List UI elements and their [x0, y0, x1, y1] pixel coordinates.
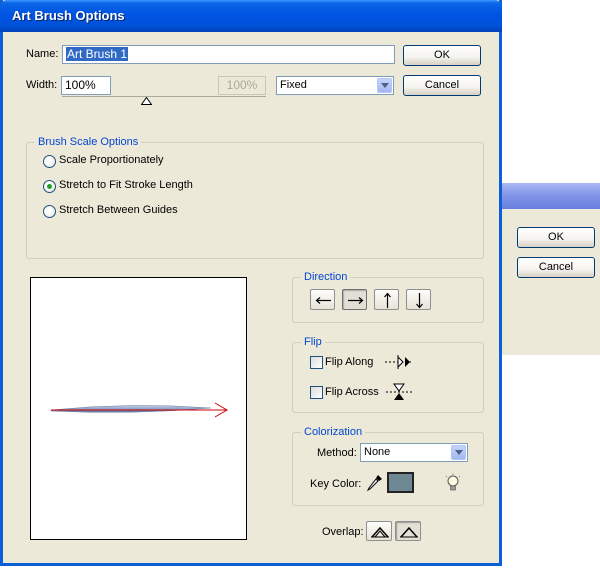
eyedropper-icon[interactable]: [366, 474, 383, 492]
overlap-adjust-icon: [371, 526, 389, 538]
background-ok-button[interactable]: OK: [517, 227, 595, 248]
direction-left-button[interactable]: [310, 289, 335, 310]
flip-across-label[interactable]: Flip Across: [325, 386, 379, 398]
arrow-left-icon: [315, 297, 331, 304]
direction-right-button[interactable]: [342, 289, 367, 310]
width-label: Width:: [26, 79, 58, 91]
arrow-down-icon: [416, 293, 423, 309]
overlap-no-adjust-button[interactable]: [395, 521, 421, 541]
flip-across-icon: [386, 383, 412, 400]
width-mode-dropdown[interactable]: Fixed: [276, 76, 394, 95]
brush-stroke-preview-icon: [50, 402, 228, 418]
key-color-swatch[interactable]: [387, 472, 414, 493]
direction-up-button[interactable]: [374, 289, 399, 310]
direction-down-button[interactable]: [406, 289, 431, 310]
background-cancel-button[interactable]: Cancel: [517, 257, 595, 278]
brush-scale-options-legend: Brush Scale Options: [35, 136, 142, 148]
width-input[interactable]: 100%: [61, 76, 111, 95]
background-dialog-titlebar: [501, 183, 600, 209]
colorization-legend: Colorization: [301, 426, 366, 438]
direction-legend: Direction: [301, 271, 351, 283]
stretch-between-guides-label[interactable]: Stretch Between Guides: [59, 204, 178, 216]
flip-legend: Flip: [301, 336, 325, 348]
flip-group: Flip: [292, 336, 484, 413]
width-slider[interactable]: [62, 95, 266, 107]
brush-preview: [30, 277, 247, 540]
overlap-label: Overlap:: [322, 526, 364, 538]
radio-stretch-between-guides[interactable]: [43, 205, 56, 218]
dialog-title: Art Brush Options: [12, 8, 125, 23]
colorization-method-value: None: [364, 446, 391, 458]
flip-along-icon: [385, 355, 411, 369]
width-max-input: 100%: [218, 76, 266, 95]
width-mode-value: Fixed: [280, 79, 307, 91]
stretch-to-fit-label[interactable]: Stretch to Fit Stroke Length: [59, 179, 193, 191]
arrow-right-icon: [348, 297, 364, 304]
name-label: Name:: [26, 48, 59, 60]
scale-proportionately-label[interactable]: Scale Proportionately: [59, 154, 164, 166]
chevron-down-icon: [377, 78, 392, 93]
colorization-method-dropdown[interactable]: None: [360, 443, 468, 462]
slider-thumb-icon[interactable]: [141, 97, 152, 105]
method-label: Method:: [317, 447, 357, 459]
key-color-label: Key Color:: [310, 478, 362, 490]
flip-along-checkbox[interactable]: [310, 356, 323, 369]
lightbulb-tips-icon[interactable]: [444, 473, 462, 493]
background-dialog: OK Cancel: [500, 183, 600, 355]
radio-stretch-to-fit[interactable]: [43, 180, 56, 193]
overlap-adjust-corners-button[interactable]: [366, 521, 392, 541]
slider-track: [62, 96, 266, 97]
chevron-down-icon: [451, 445, 466, 460]
flip-across-checkbox[interactable]: [310, 386, 323, 399]
ok-button[interactable]: OK: [403, 45, 481, 66]
name-input[interactable]: Art Brush 1: [62, 45, 395, 64]
flip-along-label[interactable]: Flip Along: [325, 356, 373, 368]
cancel-button[interactable]: Cancel: [403, 75, 481, 96]
overlap-no-adjust-icon: [400, 526, 418, 538]
title-bar[interactable]: Art Brush Options: [0, 0, 502, 32]
radio-scale-proportionately[interactable]: [43, 155, 56, 168]
arrow-up-icon: [384, 292, 391, 308]
name-input-value: Art Brush 1: [66, 47, 129, 61]
art-brush-options-dialog: Art Brush Options Name: Art Brush 1 OK W…: [0, 0, 502, 566]
